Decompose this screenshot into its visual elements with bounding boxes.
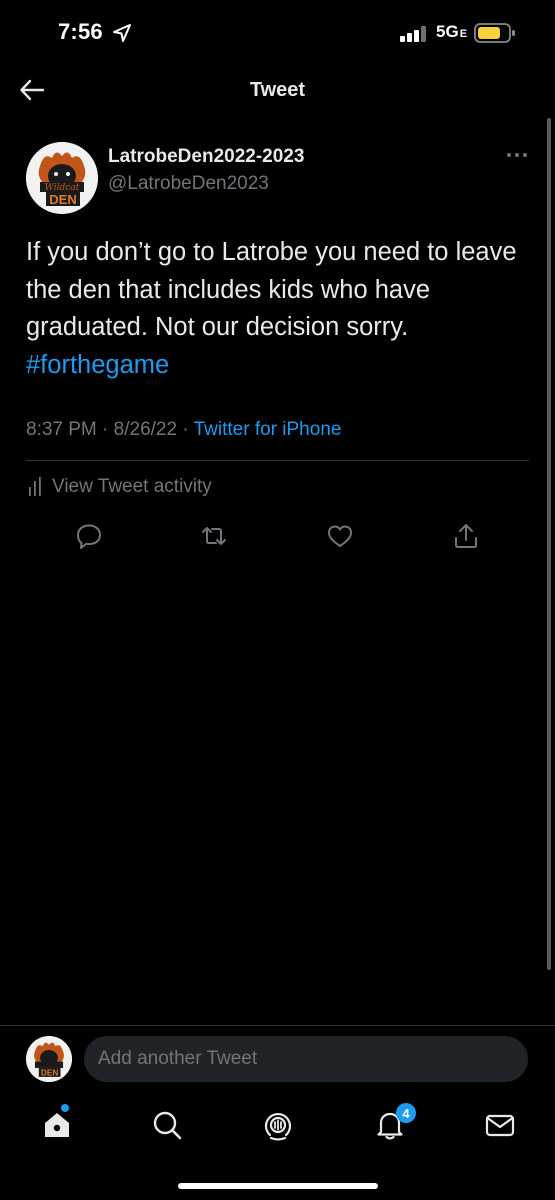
tweet-time: 8:37 PM bbox=[26, 419, 97, 440]
retweet-icon[interactable] bbox=[200, 522, 228, 550]
hashtag-link[interactable]: #forthegame bbox=[26, 351, 169, 379]
tweet-text: If you don’t go to Latrobe you need to l… bbox=[26, 234, 536, 384]
battery-icon bbox=[474, 23, 515, 43]
tweet-meta: 8:37 PM · 8/26/22 · Twitter for iPhone bbox=[26, 419, 342, 440]
share-icon[interactable] bbox=[452, 522, 480, 550]
spaces-icon[interactable] bbox=[261, 1108, 295, 1142]
analytics-icon bbox=[29, 477, 41, 496]
reply-icon[interactable] bbox=[75, 522, 103, 550]
author-name[interactable]: LatrobeDen2022-2023 bbox=[108, 146, 304, 168]
like-heart-icon[interactable] bbox=[326, 522, 354, 550]
tweet-date: 8/26/22 bbox=[113, 419, 178, 440]
home-new-dot bbox=[61, 1104, 69, 1112]
add-tweet-input[interactable]: Add another Tweet bbox=[84, 1036, 528, 1082]
svg-text:DEN: DEN bbox=[49, 192, 76, 207]
divider bbox=[26, 460, 529, 461]
page-title: Tweet bbox=[249, 79, 306, 101]
divider bbox=[0, 1025, 555, 1026]
scrollbar[interactable] bbox=[547, 118, 551, 970]
tweet-source-link[interactable]: Twitter for iPhone bbox=[194, 419, 342, 440]
den-logo-icon: Wildcat DEN bbox=[26, 142, 98, 214]
activity-label: View Tweet activity bbox=[52, 476, 212, 497]
tweet-body: If you don’t go to Latrobe you need to l… bbox=[26, 238, 517, 341]
den-logo-icon: DEN bbox=[26, 1036, 72, 1082]
avatar[interactable]: Wildcat DEN bbox=[26, 142, 98, 214]
view-tweet-activity-button[interactable]: View Tweet activity bbox=[28, 476, 212, 498]
location-arrow-icon bbox=[113, 24, 131, 42]
network-indicator: 5GE bbox=[436, 22, 468, 41]
notifications-badge: 4 bbox=[396, 1103, 416, 1123]
signal-bars-icon bbox=[400, 26, 426, 42]
svg-text:DEN: DEN bbox=[41, 1068, 59, 1078]
search-icon[interactable] bbox=[150, 1108, 184, 1142]
author-handle[interactable]: @LatrobeDen2023 bbox=[108, 173, 269, 195]
home-icon[interactable] bbox=[40, 1108, 74, 1142]
more-options-icon[interactable] bbox=[505, 150, 529, 160]
messages-envelope-icon[interactable] bbox=[483, 1108, 517, 1142]
compose-avatar: DEN bbox=[26, 1036, 72, 1082]
home-indicator[interactable] bbox=[178, 1183, 378, 1189]
status-time: 7:56 bbox=[58, 19, 103, 44]
